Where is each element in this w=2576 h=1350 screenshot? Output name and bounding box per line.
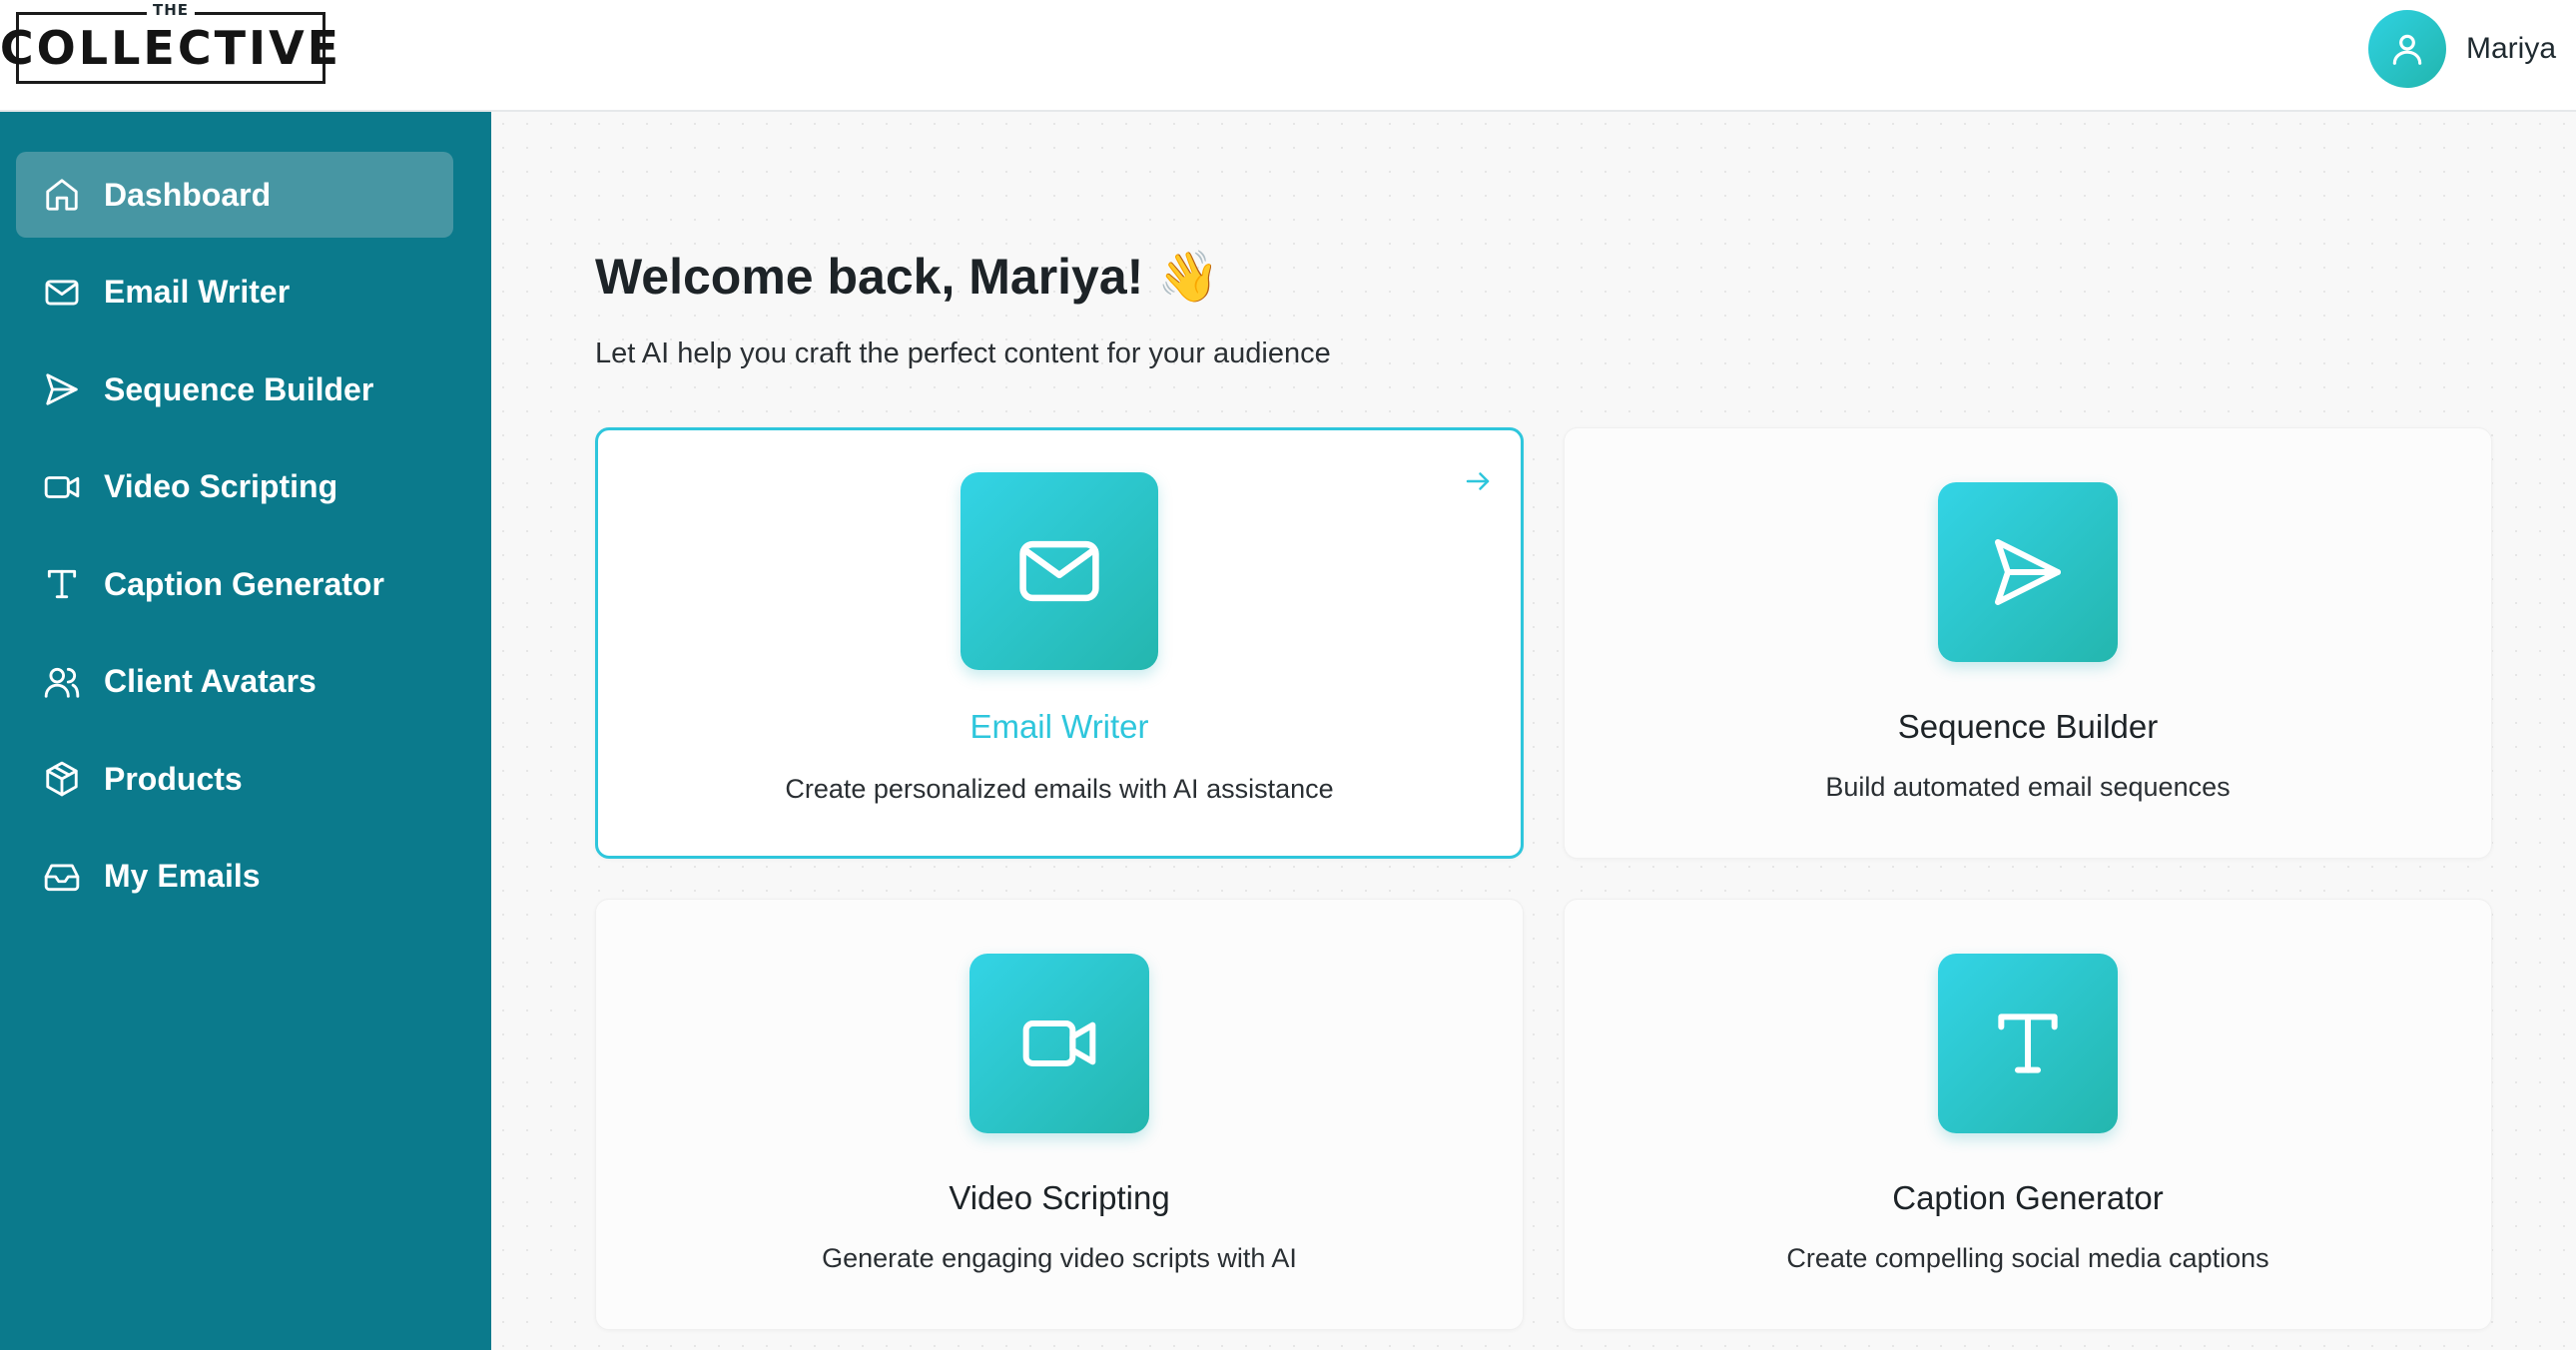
logo-the-text: THE (146, 1, 196, 19)
page-subtitle: Let AI help you craft the perfect conten… (595, 338, 1331, 369)
card-video-scripting[interactable]: Video Scripting Generate engaging video … (595, 899, 1524, 1330)
card-title: Caption Generator (1892, 1179, 2164, 1216)
inbox-icon (42, 857, 82, 897)
sidebar-item-label: Client Avatars (104, 663, 317, 699)
card-description: Generate engaging video scripts with AI (822, 1243, 1297, 1273)
sidebar-item-label: Video Scripting (104, 468, 338, 504)
collective-logo[interactable]: THE COLLECTIVE (0, 1, 338, 84)
avatar[interactable] (2367, 10, 2446, 88)
sidebar-item-my-emails[interactable]: My Emails (16, 834, 453, 920)
type-icon (1938, 954, 2118, 1133)
sidebar-item-label: Dashboard (104, 176, 272, 213)
home-icon (42, 175, 82, 215)
type-icon (42, 564, 82, 604)
page-title: Welcome back, Mariya! 👋 (595, 249, 1220, 305)
users-icon (42, 662, 82, 702)
card-description: Create personalized emails with AI assis… (785, 774, 1334, 804)
sidebar-item-label: Email Writer (104, 274, 291, 310)
send-icon (42, 369, 82, 409)
video-icon (969, 954, 1149, 1133)
sidebar-item-video-scripting[interactable]: Video Scripting (16, 444, 453, 530)
sidebar-item-sequence-builder[interactable]: Sequence Builder (16, 346, 453, 432)
mail-icon (42, 273, 82, 313)
send-icon (1938, 482, 2118, 662)
card-title: Video Scripting (949, 1179, 1170, 1216)
sidebar: Dashboard Email Writer Sequence Builder … (0, 112, 491, 1350)
sidebar-item-email-writer[interactable]: Email Writer (16, 250, 453, 336)
sidebar-item-label: Products (104, 760, 243, 797)
sidebar-item-caption-generator[interactable]: Caption Generator (16, 541, 453, 627)
sidebar-item-label: My Emails (104, 858, 261, 894)
card-description: Create compelling social media captions (1786, 1243, 2269, 1273)
main-content: Welcome back, Mariya! 👋 Let AI help you … (491, 112, 2576, 1350)
arrow-right-icon (1466, 472, 1490, 490)
mail-icon (961, 472, 1158, 670)
logo-wordmark: COLLECTIVE (0, 21, 342, 75)
card-email-writer[interactable]: Email Writer Create personalized emails … (595, 427, 1524, 859)
card-caption-generator[interactable]: Caption Generator Create compelling soci… (1564, 899, 2492, 1330)
user-name[interactable]: Mariya (2466, 32, 2556, 66)
card-description: Build automated email sequences (1825, 772, 2231, 802)
package-icon (42, 759, 82, 799)
card-title: Email Writer (969, 708, 1149, 745)
sidebar-item-label: Caption Generator (104, 565, 384, 602)
video-icon (42, 467, 82, 507)
sidebar-item-products[interactable]: Products (16, 736, 453, 822)
sidebar-item-label: Sequence Builder (104, 370, 374, 407)
sidebar-item-dashboard[interactable]: Dashboard (16, 152, 453, 238)
top-header: THE COLLECTIVE Mariya (0, 0, 2576, 112)
card-title: Sequence Builder (1897, 708, 2159, 745)
user-menu[interactable]: Mariya (2367, 10, 2556, 88)
user-icon (2392, 34, 2422, 65)
card-sequence-builder[interactable]: Sequence Builder Build automated email s… (1564, 427, 2492, 859)
sidebar-item-client-avatars[interactable]: Client Avatars (16, 639, 453, 725)
